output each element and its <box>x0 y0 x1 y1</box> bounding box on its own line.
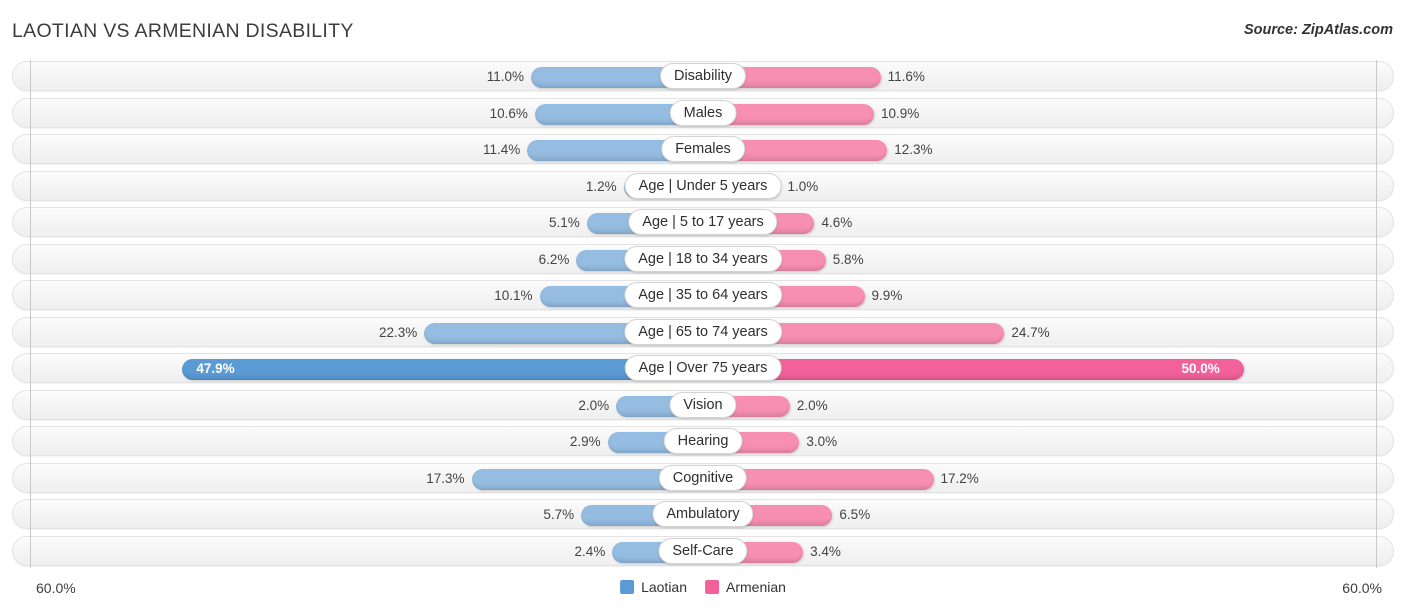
value-label-armenian: 17.2% <box>940 470 979 486</box>
value-label-armenian: 12.3% <box>894 142 933 157</box>
legend-swatch-icon <box>705 580 720 594</box>
chart-row: 11.0% 11.6% Disability <box>0 58 1406 95</box>
legend-item-armenian[interactable]: Armenian <box>705 579 786 595</box>
value-label-armenian: 6.5% <box>839 507 871 522</box>
category-label-pill[interactable]: Cognitive <box>658 464 748 491</box>
value-label-laotian: 2.9% <box>569 434 601 449</box>
legend-label: Armenian <box>726 579 786 595</box>
chart-row: 17.3% 17.2% Cognitive <box>0 460 1406 497</box>
chart-row: 11.4% 12.3% Females <box>0 131 1406 168</box>
chart-footer: 60.0% 60.0% Laotian Armenian <box>0 572 1406 612</box>
value-label-armenian: 4.6% <box>821 215 853 230</box>
value-label-armenian: 9.9% <box>871 288 903 303</box>
chart-row: 47.9% 50.0% Age | Over 75 years <box>0 350 1406 387</box>
value-label-armenian: 5.8% <box>832 251 864 267</box>
value-label-laotian: 11.4% <box>483 142 521 157</box>
chart-legend: Laotian Armenian <box>620 579 786 595</box>
chart-row: 1.2% 1.0% Age | Under 5 years <box>0 168 1406 205</box>
value-label-armenian: 1.0% <box>787 178 819 194</box>
chart-row: 5.1% 4.6% Age | 5 to 17 years <box>0 204 1406 241</box>
category-label-pill[interactable]: Ambulatory <box>652 501 754 527</box>
chart-page: LAOTIAN VS ARMENIAN DISABILITY Source: Z… <box>0 0 1406 612</box>
value-label-laotian: 2.0% <box>578 397 610 413</box>
page-title: LAOTIAN VS ARMENIAN DISABILITY <box>12 20 354 42</box>
category-label-pill[interactable]: Age | 18 to 34 years <box>624 245 782 272</box>
diverging-bar-chart: 11.0% 11.6% Disability 10.6% 10.9% Males 11.4%… <box>0 58 1406 570</box>
bar-armenian <box>703 359 1244 380</box>
axis-max-label-right: 60.0% <box>1342 580 1382 596</box>
value-label-laotian: 10.1% <box>494 288 533 303</box>
value-label-armenian: 50.0% <box>1181 361 1220 376</box>
chart-row: 2.4% 3.4% Self-Care <box>0 533 1406 570</box>
value-label-armenian: 24.7% <box>1011 324 1050 340</box>
chart-header: LAOTIAN VS ARMENIAN DISABILITY Source: Z… <box>0 0 1406 58</box>
chart-row: 10.6% 10.9% Males <box>0 95 1406 132</box>
category-label-pill[interactable]: Age | 35 to 64 years <box>624 282 782 308</box>
value-label-laotian: 6.2% <box>538 251 570 267</box>
value-label-laotian: 17.3% <box>426 470 465 486</box>
category-label-pill[interactable]: Males <box>669 99 737 126</box>
value-label-laotian: 5.7% <box>543 507 575 522</box>
axis-line-right <box>1376 60 1377 568</box>
category-label-pill[interactable]: Disability <box>659 63 747 89</box>
chart-rows: 11.0% 11.6% Disability 10.6% 10.9% Males 11.4%… <box>0 58 1406 569</box>
source-attribution: Source: ZipAtlas.com <box>1243 22 1393 38</box>
legend-swatch-icon <box>620 580 635 594</box>
value-label-laotian: 11.0% <box>486 69 525 84</box>
category-label-pill[interactable]: Females <box>661 136 745 162</box>
chart-row: 22.3% 24.7% Age | 65 to 74 years <box>0 314 1406 351</box>
chart-row: 10.1% 9.9% Age | 35 to 64 years <box>0 277 1406 314</box>
value-label-armenian: 3.0% <box>806 434 838 449</box>
value-label-laotian: 22.3% <box>378 324 418 340</box>
category-label-pill[interactable]: Self-Care <box>658 537 748 564</box>
chart-row: 6.2% 5.8% Age | 18 to 34 years <box>0 241 1406 278</box>
value-label-laotian: 5.1% <box>549 215 580 230</box>
value-label-laotian: 2.4% <box>574 543 606 559</box>
legend-label: Laotian <box>641 579 688 595</box>
category-label-pill[interactable]: Age | Over 75 years <box>624 355 782 381</box>
category-label-pill[interactable]: Age | 5 to 17 years <box>628 209 778 235</box>
legend-item-laotian[interactable]: Laotian <box>620 579 687 595</box>
value-label-laotian: 1.2% <box>585 178 617 194</box>
value-label-armenian: 10.9% <box>881 105 920 121</box>
value-label-armenian: 3.4% <box>810 543 841 559</box>
category-label-pill[interactable]: Age | 65 to 74 years <box>624 318 782 345</box>
category-label-pill[interactable]: Vision <box>669 391 737 418</box>
value-label-laotian: 10.6% <box>489 105 528 121</box>
category-label-pill[interactable]: Hearing <box>663 428 743 454</box>
axis-line-left <box>30 60 31 568</box>
chart-row: 2.0% 2.0% Vision <box>0 387 1406 424</box>
category-label-pill[interactable]: Age | Under 5 years <box>624 172 782 199</box>
chart-row: 2.9% 3.0% Hearing <box>0 423 1406 460</box>
value-label-laotian: 47.9% <box>196 361 235 376</box>
chart-row: 5.7% 6.5% Ambulatory <box>0 496 1406 533</box>
axis-max-label-left: 60.0% <box>36 580 76 596</box>
value-label-armenian: 11.6% <box>887 69 925 84</box>
value-label-armenian: 2.0% <box>796 397 828 413</box>
